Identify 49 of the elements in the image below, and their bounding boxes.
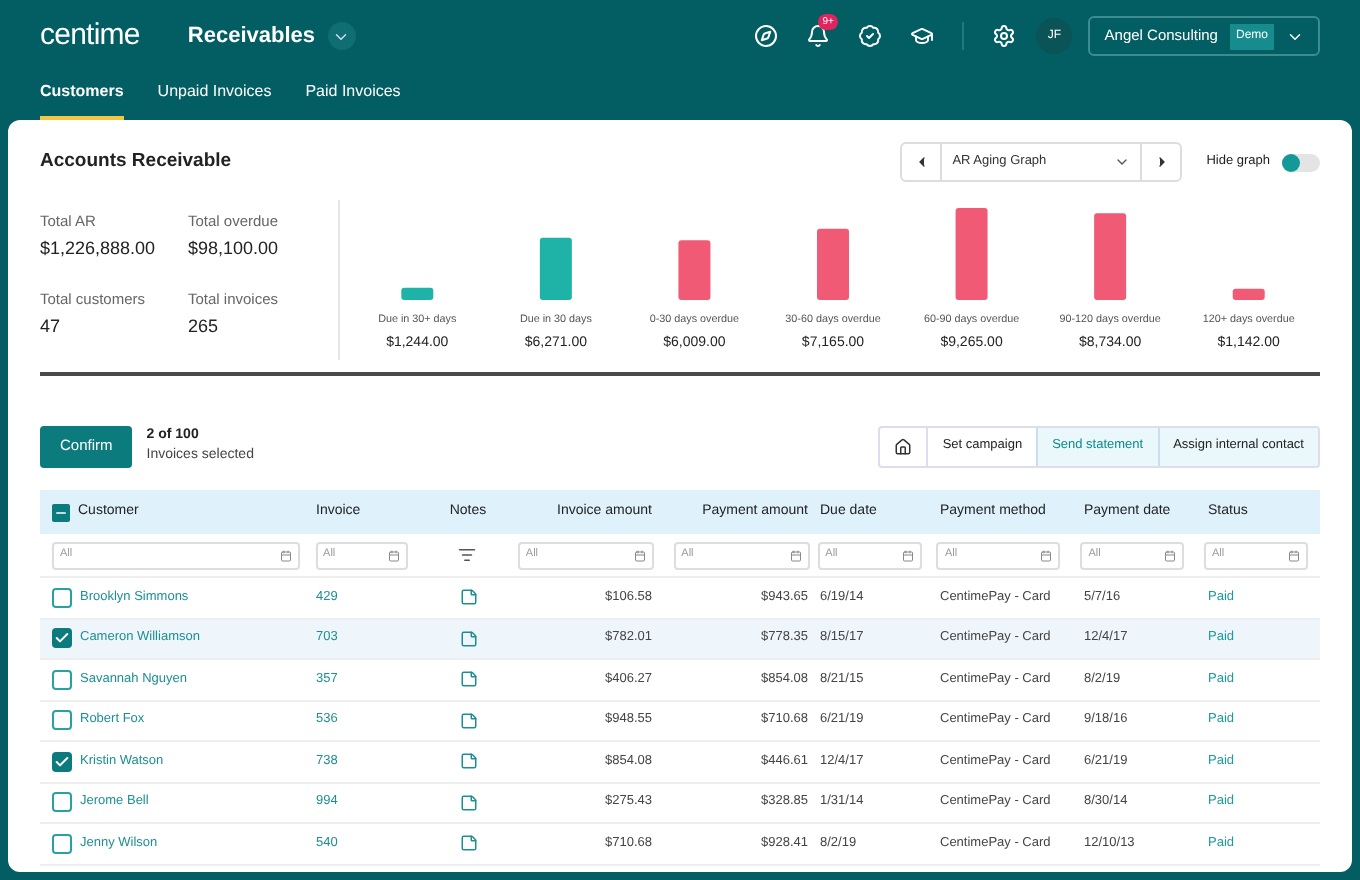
chart-bar <box>955 208 988 300</box>
checkbox[interactable] <box>52 833 72 854</box>
filter-icon[interactable] <box>457 546 476 564</box>
calendar-icon <box>1164 549 1177 561</box>
checkbox[interactable] <box>52 751 72 772</box>
checkbox[interactable] <box>52 628 72 649</box>
note-icon[interactable] <box>459 629 477 648</box>
chart-bar <box>1094 213 1127 300</box>
note-icon[interactable] <box>459 711 477 730</box>
checkbox[interactable] <box>52 710 72 731</box>
calendar-icon <box>1040 549 1053 561</box>
logo: centime <box>40 15 140 56</box>
note-icon[interactable] <box>459 588 477 607</box>
note-icon[interactable] <box>459 670 477 689</box>
module-dropdown[interactable] <box>327 22 356 50</box>
stat-value: 265 <box>188 314 221 340</box>
select-all-checkbox[interactable] <box>52 503 70 521</box>
stat-value: $1,226,888.00 <box>40 236 158 263</box>
calendar-icon <box>901 549 914 561</box>
calendar-icon <box>789 549 802 561</box>
chart-bar <box>678 240 711 300</box>
chart-bar <box>817 228 849 300</box>
graduation-cap-icon[interactable] <box>910 24 935 48</box>
hide-graph-toggle[interactable] <box>1282 153 1320 171</box>
chart-bar <box>1232 288 1265 300</box>
checkbox[interactable] <box>52 669 72 690</box>
section-title: Accounts Receivable <box>40 147 232 176</box>
module-title: Receivables <box>187 21 316 52</box>
calendar-icon <box>387 549 400 561</box>
checkbox[interactable] <box>52 792 72 813</box>
note-icon[interactable] <box>459 752 477 771</box>
stat-value: $98,100.00 <box>188 236 281 263</box>
note-icon[interactable] <box>459 834 477 853</box>
checkbox[interactable] <box>52 587 72 608</box>
bell-icon[interactable] <box>806 24 831 48</box>
chart-bar <box>539 237 572 300</box>
check-badge-icon[interactable] <box>858 24 883 48</box>
chart-bar <box>401 287 434 300</box>
note-icon[interactable] <box>459 793 477 812</box>
stat-value: 47 <box>40 314 63 340</box>
calendar-icon <box>280 549 292 561</box>
calendar-icon <box>633 549 646 561</box>
chevron-down-icon <box>1114 154 1131 170</box>
tab[interactable]: Paid Invoices <box>305 80 401 120</box>
settings-icon[interactable] <box>992 24 1017 48</box>
calendar-icon <box>1287 549 1300 561</box>
home-icon <box>894 437 913 455</box>
tab[interactable]: Unpaid Invoices <box>157 80 272 120</box>
compass-icon[interactable] <box>754 24 779 48</box>
